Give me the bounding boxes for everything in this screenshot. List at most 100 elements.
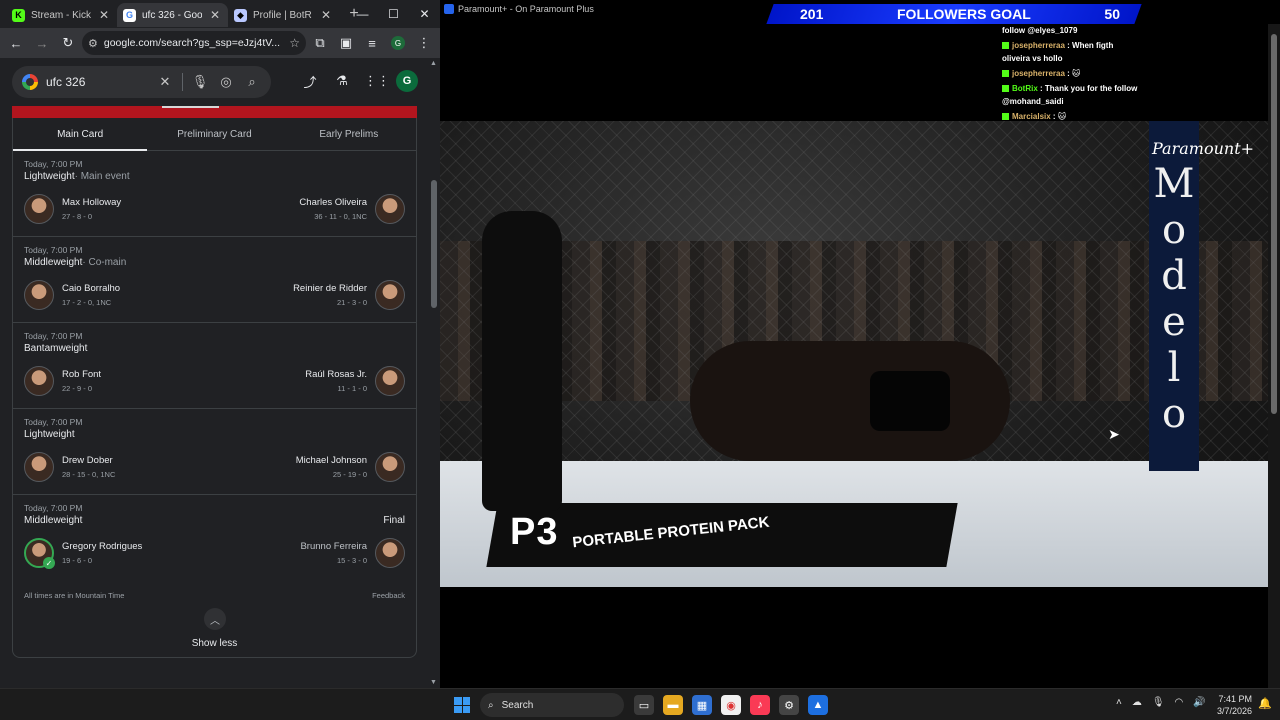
chevron-up-icon[interactable]: ︿ — [204, 608, 226, 630]
fight-row[interactable]: Today, 7:00 PM Lightweight Drew Dober 28 … — [13, 409, 416, 495]
fighters-figure — [690, 341, 1010, 461]
close-tab-icon[interactable]: ✕ — [97, 8, 111, 22]
chat-text: : 🐱 — [1050, 112, 1067, 121]
show-less-control[interactable]: ︿ Show less — [13, 608, 416, 658]
notification-bell-icon[interactable]: 🔔 — [1258, 697, 1272, 710]
onedrive-cloud-icon[interactable]: ☁ — [1132, 697, 1142, 708]
fighter-record: 15 - 3 - 0 — [336, 556, 367, 565]
taskbar-clock[interactable]: 7:41 PM 3/7/2026 — [1214, 693, 1252, 717]
fighter-avatar — [24, 280, 54, 310]
chevron-up-icon[interactable]: ˄ — [1116, 697, 1122, 708]
fight-row[interactable]: Today, 7:00 PM Middleweight· Co-main Cai… — [13, 237, 416, 323]
tab-kick[interactable]: K Stream - Kick ✕ — [6, 3, 117, 27]
close-tab-icon[interactable]: ✕ — [208, 8, 222, 22]
tab-early-prelims[interactable]: Early Prelims — [282, 118, 416, 150]
forward-icon[interactable]: → — [30, 31, 54, 55]
followers-label: FOLLOWERS GOAL — [897, 6, 1031, 22]
fighter-record: 25 - 19 - 0 — [332, 470, 367, 479]
microsoft-store-icon[interactable]: ▦ — [692, 695, 712, 715]
tab-title: ufc 326 - Goo — [142, 9, 202, 21]
taskbar-search[interactable]: ⌕ Search — [480, 693, 624, 717]
maximize-icon[interactable]: ☐ — [378, 0, 409, 28]
fight-row[interactable]: Today, 7:00 PM Bantamweight Rob Font 22 -… — [13, 323, 416, 409]
fighter-record: 11 - 1 - 0 — [337, 384, 367, 393]
scrollbar-thumb[interactable] — [431, 180, 437, 308]
show-less-button[interactable]: Show less — [13, 638, 416, 649]
task-view-icon[interactable]: ▭ — [634, 695, 654, 715]
volume-icon[interactable]: 🔊 — [1193, 697, 1205, 708]
extensions-icon[interactable]: ⧉ — [308, 31, 332, 55]
weight-class-label: Bantamweight — [24, 343, 88, 354]
fight-card-panel: Main Card Preliminary Card Early Prelims… — [12, 118, 417, 658]
page-scrollbar[interactable]: ▲ ▼ — [428, 58, 440, 688]
profile-avatar[interactable]: G — [386, 31, 410, 55]
scrollbar-thumb[interactable] — [1271, 34, 1277, 414]
fighter-name: Gregory Rodrigues — [62, 541, 143, 552]
back-icon[interactable]: ← — [4, 31, 28, 55]
paramount-taskbar-icon[interactable]: ▲ — [808, 695, 828, 715]
chat-message: follow @elyes_1079 — [1002, 24, 1142, 37]
search-icon[interactable]: ⌕ — [243, 74, 261, 90]
reload-icon[interactable]: ↻ — [56, 31, 80, 55]
profile-initial: G — [391, 36, 405, 50]
window-title-text: Paramount+ - On Paramount Plus — [458, 4, 594, 14]
chat-username: josepherreraa — [1012, 41, 1065, 50]
clear-search-icon[interactable]: ✕ — [156, 74, 174, 90]
steam-icon[interactable]: ⚙ — [779, 695, 799, 715]
share-icon[interactable]: ⤴ — [300, 72, 320, 91]
player-scrollbar[interactable] — [1268, 24, 1280, 688]
wifi-icon[interactable]: ◠ — [1175, 697, 1184, 708]
paramount-app-icon — [444, 4, 454, 14]
google-account-avatar[interactable]: G — [396, 70, 418, 92]
fight-row[interactable]: Today, 7:00 PM Middleweight Final ✓ Greg… — [13, 495, 416, 581]
address-bar[interactable]: ⚙ google.com/search?gs_ssp=eJzj4tV... ☆ — [82, 31, 306, 55]
fight-row[interactable]: Today, 7:00 PM Lightweight· Main event M… — [13, 151, 416, 237]
clock-time: 7:41 PM — [1218, 694, 1252, 704]
music-icon[interactable]: ♪ — [750, 695, 770, 715]
taskbar-apps: ▭ ▬ ▦ ◉ ♪ ⚙ ▲ — [634, 695, 828, 715]
media-icon[interactable]: ▣ — [334, 31, 358, 55]
google-search-box[interactable]: ufc 326 ✕ 🎙 ◎ ⌕ — [12, 66, 271, 98]
chat-overlay: follow @elyes_1079 josepherreraa : When … — [1002, 24, 1142, 125]
taskbar-search-label: Search — [501, 699, 534, 711]
menu-kebab-icon[interactable]: ⋮ — [412, 31, 436, 55]
windows-taskbar: ⌕ Search ▭ ▬ ▦ ◉ ♪ ⚙ ▲ ˄ ☁ 🎙 ◠ 🔊 7:41 PM… — [0, 688, 1280, 720]
fighter-avatar: ✓ — [24, 538, 55, 569]
tab-botrix[interactable]: ◆ Profile | BotR ✕ — [228, 3, 339, 27]
site-info-icon[interactable]: ⚙ — [88, 37, 98, 50]
bookmark-star-icon[interactable]: ☆ — [289, 36, 300, 50]
fighter-shorts — [870, 371, 950, 431]
chat-message: josepherreraa : When figth oliveira vs h… — [1002, 39, 1142, 65]
google-favicon-icon: G — [123, 8, 136, 22]
feedback-link[interactable]: Feedback — [372, 591, 405, 600]
close-window-icon[interactable]: ✕ — [409, 0, 440, 28]
fight-time: Today, 7:00 PM — [24, 159, 83, 169]
fighter-avatar — [375, 366, 405, 396]
weight-class: Middleweight· Co-main — [24, 257, 126, 268]
windows-start-icon[interactable] — [454, 697, 470, 713]
microphone-icon[interactable]: 🎙 — [1152, 697, 1165, 708]
chrome-icon[interactable]: ◉ — [721, 695, 741, 715]
minimize-icon[interactable]: — — [347, 0, 378, 28]
fighter-left: Caio Borralho 17 - 2 - 0, 1NC — [24, 279, 120, 311]
stream-player-window: Paramount+ - On Paramount Plus 201 FOLLO… — [440, 0, 1280, 688]
microphone-icon[interactable]: 🎙 — [191, 74, 209, 90]
close-tab-icon[interactable]: ✕ — [319, 8, 333, 22]
labs-flask-icon[interactable]: ⚗ — [332, 73, 352, 89]
fight-time: Today, 7:00 PM — [24, 245, 83, 255]
tab-search-icon[interactable]: ≡ — [360, 31, 384, 55]
portable-protein-pack-text: PORTABLE PROTEIN PACK — [572, 513, 771, 552]
video-frame[interactable]: P3 PORTABLE PROTEIN PACK Paramount+ Mode… — [440, 121, 1269, 587]
chrome-window: K Stream - Kick ✕ G ufc 326 - Goo ✕ ◆ Pr… — [0, 0, 440, 688]
tab-main-card[interactable]: Main Card — [13, 118, 148, 151]
scroll-down-arrow-icon[interactable]: ▼ — [430, 679, 437, 686]
apps-grid-icon[interactable]: ⋮⋮ — [364, 73, 390, 89]
tab-preliminary-card[interactable]: Preliminary Card — [147, 118, 281, 150]
search-input[interactable]: ufc 326 — [46, 75, 148, 89]
tab-google[interactable]: G ufc 326 - Goo ✕ — [117, 3, 228, 27]
lens-icon[interactable]: ◎ — [217, 74, 235, 90]
scroll-up-arrow-icon[interactable]: ▲ — [430, 60, 437, 67]
fighter-name: Michael Johnson — [295, 455, 367, 466]
file-explorer-icon[interactable]: ▬ — [663, 695, 683, 715]
botrix-favicon-icon: ◆ — [234, 8, 247, 22]
